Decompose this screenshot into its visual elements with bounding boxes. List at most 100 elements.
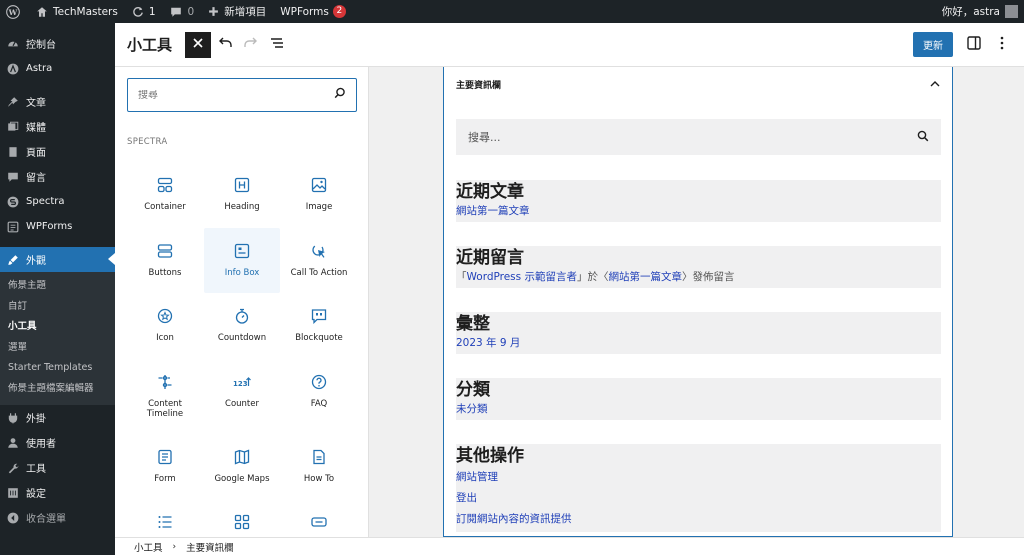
menu-item-pages[interactable]: 頁面 xyxy=(0,139,115,164)
admin-sidebar: 控制台 Astra 文章 媒體 頁面 留言 Spectra WPForms 外觀… xyxy=(0,23,115,555)
submenu-item-menus[interactable]: 選單 xyxy=(0,338,115,359)
comment-icon xyxy=(6,170,19,183)
widget-link[interactable]: 未分類 xyxy=(456,401,941,418)
widget-link[interactable]: 網站第一篇文章 xyxy=(456,203,941,220)
block-label: Content Timeline xyxy=(146,398,184,420)
block-info-box[interactable]: Info Box xyxy=(204,227,280,293)
block-marketing-button[interactable] xyxy=(281,499,357,537)
options-button[interactable] xyxy=(988,31,1016,59)
list-icon xyxy=(156,513,174,531)
submenu-item-widgets[interactable]: 小工具 xyxy=(0,317,115,338)
block-heading[interactable]: Heading xyxy=(204,162,280,228)
menu-item-collapse[interactable]: 收合選單 xyxy=(0,505,115,530)
menu-item-wpforms[interactable]: WPForms xyxy=(0,214,115,239)
widget-title: 近期文章 xyxy=(456,182,524,202)
submenu-item-customize[interactable]: 自訂 xyxy=(0,297,115,318)
menu-item-spectra[interactable]: Spectra xyxy=(0,189,115,214)
new-content-link[interactable]: 新增項目 xyxy=(201,0,273,23)
map-icon xyxy=(233,448,251,466)
menu-item-plugins[interactable]: 外掛 xyxy=(0,405,115,430)
block-icon[interactable]: Icon xyxy=(127,293,203,359)
settings-sidebar-button[interactable] xyxy=(960,31,988,59)
block-how-to[interactable]: How To xyxy=(281,434,357,500)
updates-link[interactable]: 1 xyxy=(125,0,163,23)
block-faq[interactable]: FAQ xyxy=(281,359,357,434)
block-label: Form xyxy=(154,473,176,484)
widget-link[interactable]: 2023 年 9 月 xyxy=(456,335,941,352)
comments-link[interactable]: 0 xyxy=(163,0,202,23)
site-name-link[interactable]: TechMasters xyxy=(29,0,125,23)
block-container[interactable]: Container xyxy=(127,162,203,228)
block-grid-layout[interactable] xyxy=(204,499,280,537)
comment-author-link[interactable]: WordPress 示範留言者 xyxy=(467,271,577,283)
submenu-item-themes[interactable]: 佈景主題 xyxy=(0,276,115,297)
comments-count: 0 xyxy=(187,5,195,18)
block-counter[interactable]: 123 Counter xyxy=(204,359,280,434)
block-google-maps[interactable]: Google Maps xyxy=(204,434,280,500)
search-icon[interactable] xyxy=(917,130,929,145)
menu-item-dashboard[interactable]: 控制台 xyxy=(0,31,115,56)
my-account-link[interactable]: 你好，astra xyxy=(935,0,1024,23)
avatar xyxy=(1005,5,1018,18)
widget-meta[interactable]: 其他操作 網站管理 登出 訂閱網站內容的資訊提供 xyxy=(456,444,941,532)
widget-link[interactable]: 訂閱網站內容的資訊提供 xyxy=(456,509,941,530)
wrench-icon xyxy=(6,461,19,474)
block-buttons[interactable]: Buttons xyxy=(127,228,203,294)
stopwatch-icon xyxy=(233,307,251,325)
block-form[interactable]: Form xyxy=(127,434,203,500)
block-call-to-action[interactable]: Call To Action xyxy=(281,228,357,294)
menu-item-posts[interactable]: 文章 xyxy=(0,89,115,114)
menu-item-appearance[interactable]: 外觀 xyxy=(0,247,115,272)
page-icon xyxy=(6,145,19,158)
comment-post-link[interactable]: 網站第一篇文章 xyxy=(608,271,682,283)
menu-item-astra[interactable]: Astra xyxy=(0,56,115,81)
wpforms-link[interactable]: WPForms 2 xyxy=(273,0,353,23)
svg-text:123: 123 xyxy=(233,380,248,388)
image-icon xyxy=(310,176,328,194)
search-widget[interactable]: 搜尋... xyxy=(456,119,941,155)
breadcrumb-current[interactable]: 主要資訊欄 xyxy=(186,540,234,554)
block-countdown[interactable]: Countdown xyxy=(204,293,280,359)
widget-area-primary-sidebar[interactable]: 主要資訊欄 搜尋... 近期文章 網站第一篇文章 近期留言 「WordPress… xyxy=(443,67,953,537)
submenu-item-theme-file-editor[interactable]: 佈景主題檔案編輯器 xyxy=(0,379,115,400)
widget-archives[interactable]: 彙整 2023 年 9 月 xyxy=(456,312,941,354)
block-blockquote[interactable]: Blockquote xyxy=(281,293,357,359)
pin-icon xyxy=(6,95,19,108)
menu-item-settings[interactable]: 設定 xyxy=(0,480,115,505)
wordpress-logo-icon[interactable]: W xyxy=(0,0,29,23)
widget-recent-posts[interactable]: 近期文章 網站第一篇文章 xyxy=(456,180,941,222)
block-list[interactable] xyxy=(127,499,203,537)
widget-link[interactable]: 網站管理 xyxy=(456,467,941,488)
block-label: Call To Action xyxy=(290,267,348,278)
appearance-submenu: 佈景主題 自訂 小工具 選單 Starter Templates 佈景主題檔案編… xyxy=(0,272,115,405)
redo-button[interactable] xyxy=(238,32,264,58)
widget-recent-comments[interactable]: 近期留言 「WordPress 示範留言者」於〈網站第一篇文章〉發佈留言 xyxy=(456,246,941,288)
menu-label: 頁面 xyxy=(26,148,46,159)
counter-icon: 123 xyxy=(233,373,251,391)
update-button[interactable]: 更新 xyxy=(913,32,953,57)
widget-categories[interactable]: 分類 未分類 xyxy=(456,378,941,420)
list-view-button[interactable] xyxy=(264,32,290,58)
block-content-timeline[interactable]: Content Timeline xyxy=(127,359,203,434)
widget-title: 分類 xyxy=(456,380,490,400)
heading-icon xyxy=(233,176,251,194)
submenu-item-starter-templates[interactable]: Starter Templates xyxy=(0,358,115,379)
menu-item-comments[interactable]: 留言 xyxy=(0,164,115,189)
widget-area-header[interactable]: 主要資訊欄 xyxy=(444,67,952,102)
block-image[interactable]: Image xyxy=(281,162,357,228)
widget-link[interactable]: 登出 xyxy=(456,488,941,509)
menu-item-media[interactable]: 媒體 xyxy=(0,114,115,139)
breadcrumb-root[interactable]: 小工具 xyxy=(134,540,163,554)
updates-count: 1 xyxy=(148,5,156,18)
chevron-up-icon[interactable] xyxy=(930,80,940,90)
block-search-input[interactable] xyxy=(138,89,334,101)
menu-item-users[interactable]: 使用者 xyxy=(0,430,115,455)
menu-item-tools[interactable]: 工具 xyxy=(0,455,115,480)
widget-title: 近期留言 xyxy=(456,248,524,268)
close-inserter-button[interactable] xyxy=(185,31,211,58)
breadcrumb: 小工具 › 主要資訊欄 xyxy=(115,537,1024,555)
undo-button[interactable] xyxy=(212,32,238,58)
block-label: Blockquote xyxy=(295,333,343,343)
grid-icon xyxy=(233,513,251,531)
editor-header: 小工具 更新 xyxy=(115,23,1024,67)
